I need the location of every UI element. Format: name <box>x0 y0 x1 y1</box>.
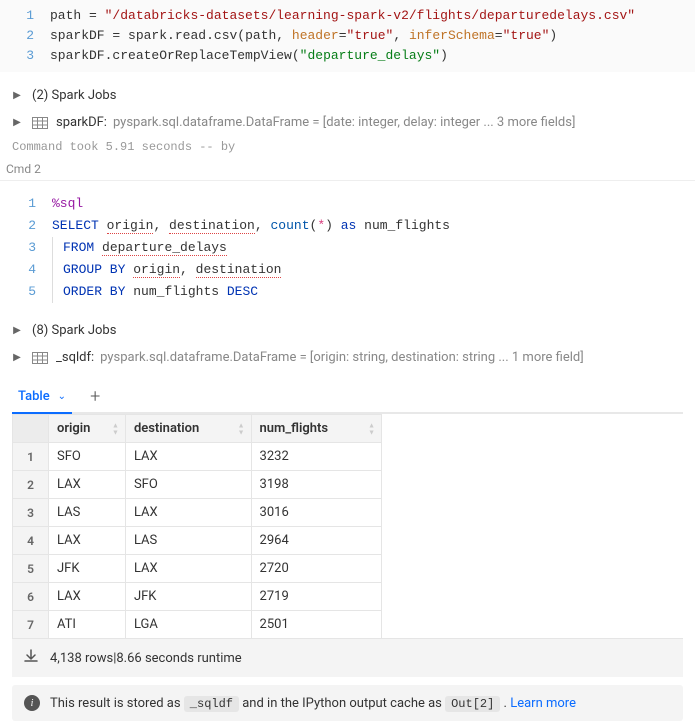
code-text: sparkDF = spark.read.csv(path, header="t… <box>50 26 695 46</box>
dataframe-schema-toggle[interactable]: ▶ sparkDF: pyspark.sql.dataframe.DataFra… <box>0 109 695 136</box>
code-text: sparkDF.createOrReplaceTempView("departu… <box>50 46 695 66</box>
code-line: 1 path = "/databricks-datasets/learning-… <box>0 6 695 26</box>
code-line: 3 sparkDF.createOrReplaceTempView("depar… <box>0 46 695 66</box>
line-number: 2 <box>0 26 50 46</box>
dataframe-type: pyspark.sql.dataframe.DataFrame = [date:… <box>113 115 575 130</box>
cell-destination: LAS <box>125 527 251 555</box>
results-table-wrap: origin▲▼ destination▲▼ num_flights▲▼ 1SF… <box>12 414 683 638</box>
cell-num-flights: 3198 <box>251 471 381 499</box>
row-index: 4 <box>13 527 49 555</box>
cell-origin: LAX <box>49 527 126 555</box>
spark-jobs-label: (8) Spark Jobs <box>32 323 116 338</box>
line-number: 1 <box>0 6 50 26</box>
out-pill: Out[2] <box>445 696 500 712</box>
tab-label: Table <box>18 389 50 404</box>
table-header-index[interactable] <box>13 415 49 443</box>
cell-num-flights: 2501 <box>251 611 381 639</box>
chevron-right-icon: ▶ <box>12 352 22 363</box>
table-row[interactable]: 5JFKLAX2720 <box>13 555 382 583</box>
cell-origin: LAX <box>49 471 126 499</box>
cell-num-flights: 2719 <box>251 583 381 611</box>
cell-num-flights: 2964 <box>251 527 381 555</box>
spark-jobs-toggle[interactable]: ▶ (2) Spark Jobs <box>0 82 695 109</box>
table-header-origin[interactable]: origin▲▼ <box>49 415 126 443</box>
code-line: 4 GROUP BY origin, destination <box>12 259 683 281</box>
table-row[interactable]: 4LAXLAS2964 <box>13 527 382 555</box>
code-cell-2[interactable]: 1 %sql 2 SELECT origin, destination, cou… <box>12 193 683 303</box>
cell-origin: JFK <box>49 555 126 583</box>
magic-command: %sql <box>52 196 83 211</box>
row-index: 1 <box>13 443 49 471</box>
command-timing: Command took 5.91 seconds -- by <box>0 136 695 158</box>
line-number: 1 <box>12 193 52 215</box>
cell-num-flights: 3016 <box>251 499 381 527</box>
sort-icon: ▲▼ <box>238 422 245 435</box>
line-number: 3 <box>12 237 52 259</box>
row-index: 7 <box>13 611 49 639</box>
spark-jobs-label: (2) Spark Jobs <box>32 88 116 103</box>
sort-icon: ▲▼ <box>368 422 375 435</box>
cell-num-flights: 2720 <box>251 555 381 583</box>
table-header-destination[interactable]: destination▲▼ <box>125 415 251 443</box>
dataframe-type: pyspark.sql.dataframe.DataFrame = [origi… <box>100 350 584 365</box>
table-row[interactable]: 1SFOLAX3232 <box>13 443 382 471</box>
results-footer: 4,138 rows | 8.66 seconds runtime <box>12 638 683 677</box>
chevron-right-icon: ▶ <box>12 90 22 101</box>
cell-destination: JFK <box>125 583 251 611</box>
line-number: 5 <box>12 281 52 303</box>
code-cell-1[interactable]: 1 path = "/databricks-datasets/learning-… <box>0 0 695 72</box>
add-tab-button[interactable]: + <box>72 386 118 407</box>
row-index: 6 <box>13 583 49 611</box>
tab-table[interactable]: Table ⌄ <box>12 381 72 414</box>
cell-origin: ATI <box>49 611 126 639</box>
learn-more-link[interactable]: Learn more <box>510 696 576 711</box>
cmd-label: Cmd 2 <box>0 158 695 181</box>
sort-icon: ▲▼ <box>112 422 119 435</box>
code-line: 2 sparkDF = spark.read.csv(path, header=… <box>0 26 695 46</box>
cell-destination: LAX <box>125 443 251 471</box>
code-line: 3 FROM departure_delays <box>12 237 683 259</box>
table-row[interactable]: 6LAXJFK2719 <box>13 583 382 611</box>
chevron-down-icon: ⌄ <box>58 391 66 402</box>
spark-jobs-toggle[interactable]: ▶ (8) Spark Jobs <box>0 317 695 344</box>
dataframe-icon <box>32 116 48 130</box>
dataframe-name: _sqldf: <box>56 350 94 365</box>
cell-destination: LAX <box>125 555 251 583</box>
info-text: This result is stored as _sqldf and in t… <box>50 696 576 711</box>
line-number: 4 <box>12 259 52 281</box>
sqldf-pill: _sqldf <box>184 696 239 712</box>
line-number: 3 <box>0 46 50 66</box>
cell-destination: LAX <box>125 499 251 527</box>
info-bar: i This result is stored as _sqldf and in… <box>12 685 683 721</box>
chevron-right-icon: ▶ <box>12 117 22 128</box>
row-count: 4,138 rows <box>50 651 113 666</box>
cell-origin: LAX <box>49 583 126 611</box>
dataframe-schema-toggle[interactable]: ▶ _sqldf: pyspark.sql.dataframe.DataFram… <box>0 344 695 371</box>
code-text: path = "/databricks-datasets/learning-sp… <box>50 6 695 26</box>
cell-origin: LAS <box>49 499 126 527</box>
table-row[interactable]: 2LAXSFO3198 <box>13 471 382 499</box>
line-number: 2 <box>12 215 52 237</box>
code-line: 2 SELECT origin, destination, count(*) a… <box>12 215 683 237</box>
cell-origin: SFO <box>49 443 126 471</box>
cell-destination: LGA <box>125 611 251 639</box>
chevron-right-icon: ▶ <box>12 325 22 336</box>
runtime: 8.66 seconds runtime <box>116 651 241 666</box>
info-icon: i <box>24 695 40 711</box>
cell-num-flights: 3232 <box>251 443 381 471</box>
code-line: 5 ORDER BY num_flights DESC <box>12 281 683 303</box>
results-table: origin▲▼ destination▲▼ num_flights▲▼ 1SF… <box>12 414 382 638</box>
row-index: 5 <box>13 555 49 583</box>
table-row[interactable]: 3LASLAX3016 <box>13 499 382 527</box>
cell-destination: SFO <box>125 471 251 499</box>
dataframe-icon <box>32 351 48 365</box>
table-header-num-flights[interactable]: num_flights▲▼ <box>251 415 381 443</box>
row-index: 2 <box>13 471 49 499</box>
table-row[interactable]: 7ATILGA2501 <box>13 611 382 639</box>
code-line: 1 %sql <box>12 193 683 215</box>
dataframe-name: sparkDF: <box>56 115 107 130</box>
result-tabs: Table ⌄ + <box>12 381 683 414</box>
row-index: 3 <box>13 499 49 527</box>
download-icon[interactable] <box>24 649 38 667</box>
